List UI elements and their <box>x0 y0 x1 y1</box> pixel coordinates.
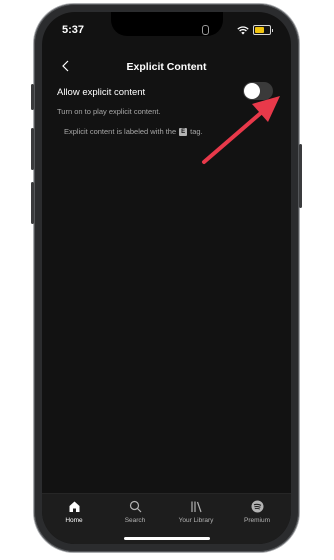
page-title: Explicit Content <box>126 61 207 73</box>
status-time: 5:37 <box>62 24 85 36</box>
explicit-badge-icon: E <box>179 127 188 136</box>
library-icon <box>190 501 202 513</box>
note-before: Explicit content is labeled with the <box>64 127 177 136</box>
tab-your-library[interactable]: Your Library <box>166 500 226 524</box>
wifi-icon <box>237 25 249 34</box>
setting-label: Allow explicit content <box>57 87 146 98</box>
tab-label: Premium <box>243 517 270 524</box>
phone-frame: 5:37 Explicit Content Allow explicit con… <box>31 4 302 552</box>
status-icons <box>237 25 273 35</box>
app-screen: 5:37 Explicit Content Allow explicit con… <box>42 12 291 544</box>
spotify-icon <box>251 500 263 513</box>
tab-home[interactable]: Home <box>44 500 104 524</box>
tab-search[interactable]: Search <box>105 500 165 524</box>
home-indicator <box>123 537 210 540</box>
volume-down-button <box>31 128 34 170</box>
annotation-arrow-icon <box>202 96 280 164</box>
tab-label: Search <box>124 517 146 524</box>
search-icon <box>129 500 141 513</box>
setting-description: Turn on to play explicit content. <box>57 107 161 116</box>
battery-icon <box>253 25 271 35</box>
privacy-indicator-icon <box>202 25 209 35</box>
tab-label: Your Library <box>178 517 214 524</box>
home-icon <box>69 501 79 512</box>
volume-up-button <box>31 84 34 110</box>
nav-bar: Explicit Content <box>42 52 291 82</box>
tab-premium[interactable]: Premium <box>227 500 287 524</box>
mute-switch <box>31 182 34 224</box>
tab-bar: Home Search Your Library Premium <box>42 493 291 544</box>
tab-label: Home <box>65 517 83 524</box>
battery-cap <box>272 28 273 32</box>
explicit-tag-note: Explicit content is labeled with the E t… <box>64 127 203 136</box>
status-bar: 5:37 <box>42 12 291 52</box>
power-button <box>299 144 302 208</box>
